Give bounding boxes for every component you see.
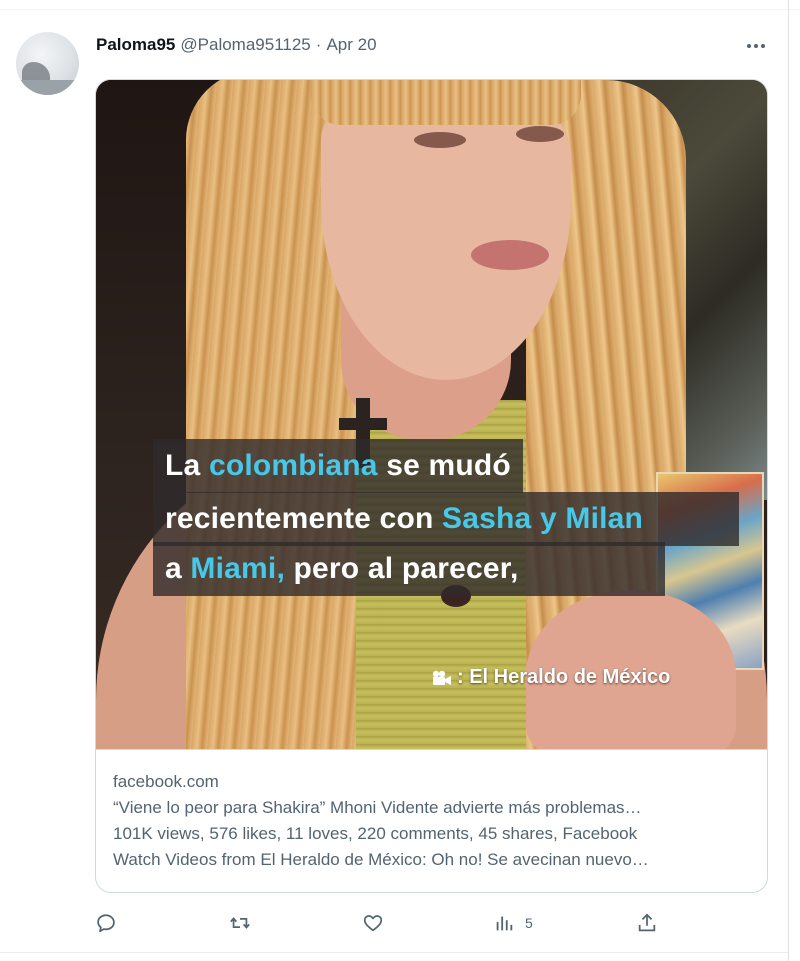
- link-title: “Viene lo peor para Shakira” Mhoni Viden…: [113, 798, 642, 817]
- caption-line-1: La colombiana se mudó: [153, 439, 523, 493]
- eye-left-shape: [414, 132, 466, 148]
- caption-highlight: colombiana: [208, 449, 378, 482]
- display-name[interactable]: Paloma95: [96, 35, 175, 55]
- like-button[interactable]: [362, 908, 384, 938]
- reply-button[interactable]: [95, 908, 117, 938]
- lips-shape: [471, 240, 549, 270]
- share-icon: [638, 913, 656, 932]
- avatar[interactable]: [16, 32, 79, 95]
- caption-text: a: [165, 552, 191, 585]
- eye-right-shape: [516, 126, 564, 142]
- reply-icon: [97, 914, 115, 933]
- link-description-2: Watch Videos from El Heraldo de México: …: [113, 850, 649, 869]
- video-credit: : El Heraldo de México: [431, 666, 670, 689]
- separator-dot: ·: [315, 35, 322, 54]
- caption-text: recientemente con: [165, 502, 443, 535]
- right-border: [788, 0, 789, 961]
- video-camera-icon: [432, 670, 451, 685]
- views-chart-icon: [496, 916, 513, 931]
- caption-highlight: Sasha y Milan: [442, 502, 644, 535]
- caption-line-2: recientemente con Sasha y Milan: [153, 492, 739, 546]
- views-button[interactable]: 5: [493, 908, 533, 938]
- retweet-icon: [230, 917, 250, 929]
- caption-text: pero al parecer,: [284, 552, 519, 585]
- caption-line-3: a Miami, pero al parecer,: [153, 542, 665, 596]
- caption-highlight: Miami,: [190, 552, 285, 585]
- caption-text: se mudó: [377, 449, 511, 482]
- more-icon: [747, 44, 765, 48]
- caption-text: La: [165, 449, 209, 482]
- user-handle[interactable]: @Paloma951125: [180, 35, 310, 55]
- heart-icon: [363, 915, 383, 932]
- credit-text: : El Heraldo de México: [457, 666, 671, 688]
- avatar-ground-shape: [16, 80, 79, 95]
- link-domain: facebook.com: [113, 772, 219, 791]
- top-divider: [0, 0, 800, 10]
- link-card[interactable]: La colombiana se mudó recientemente con …: [95, 79, 768, 893]
- share-button[interactable]: [636, 908, 658, 938]
- link-info[interactable]: facebook.com “Viene lo peor para Shakira…: [96, 749, 767, 892]
- retweet-button[interactable]: [228, 908, 252, 938]
- video-thumbnail[interactable]: La colombiana se mudó recientemente con …: [96, 80, 767, 749]
- tweet-date[interactable]: Apr 20: [326, 35, 376, 55]
- action-bar: 5: [95, 908, 665, 938]
- bangs-shape: [311, 80, 581, 125]
- bottom-divider: [0, 952, 788, 953]
- link-description-1: 101K views, 576 likes, 11 loves, 220 com…: [113, 824, 638, 843]
- more-options-button[interactable]: [744, 36, 768, 56]
- cross-horizontal-shape: [339, 418, 387, 430]
- views-count: 5: [525, 915, 533, 931]
- tweet-header: Paloma95 @Paloma951125 · Apr 20: [96, 33, 377, 57]
